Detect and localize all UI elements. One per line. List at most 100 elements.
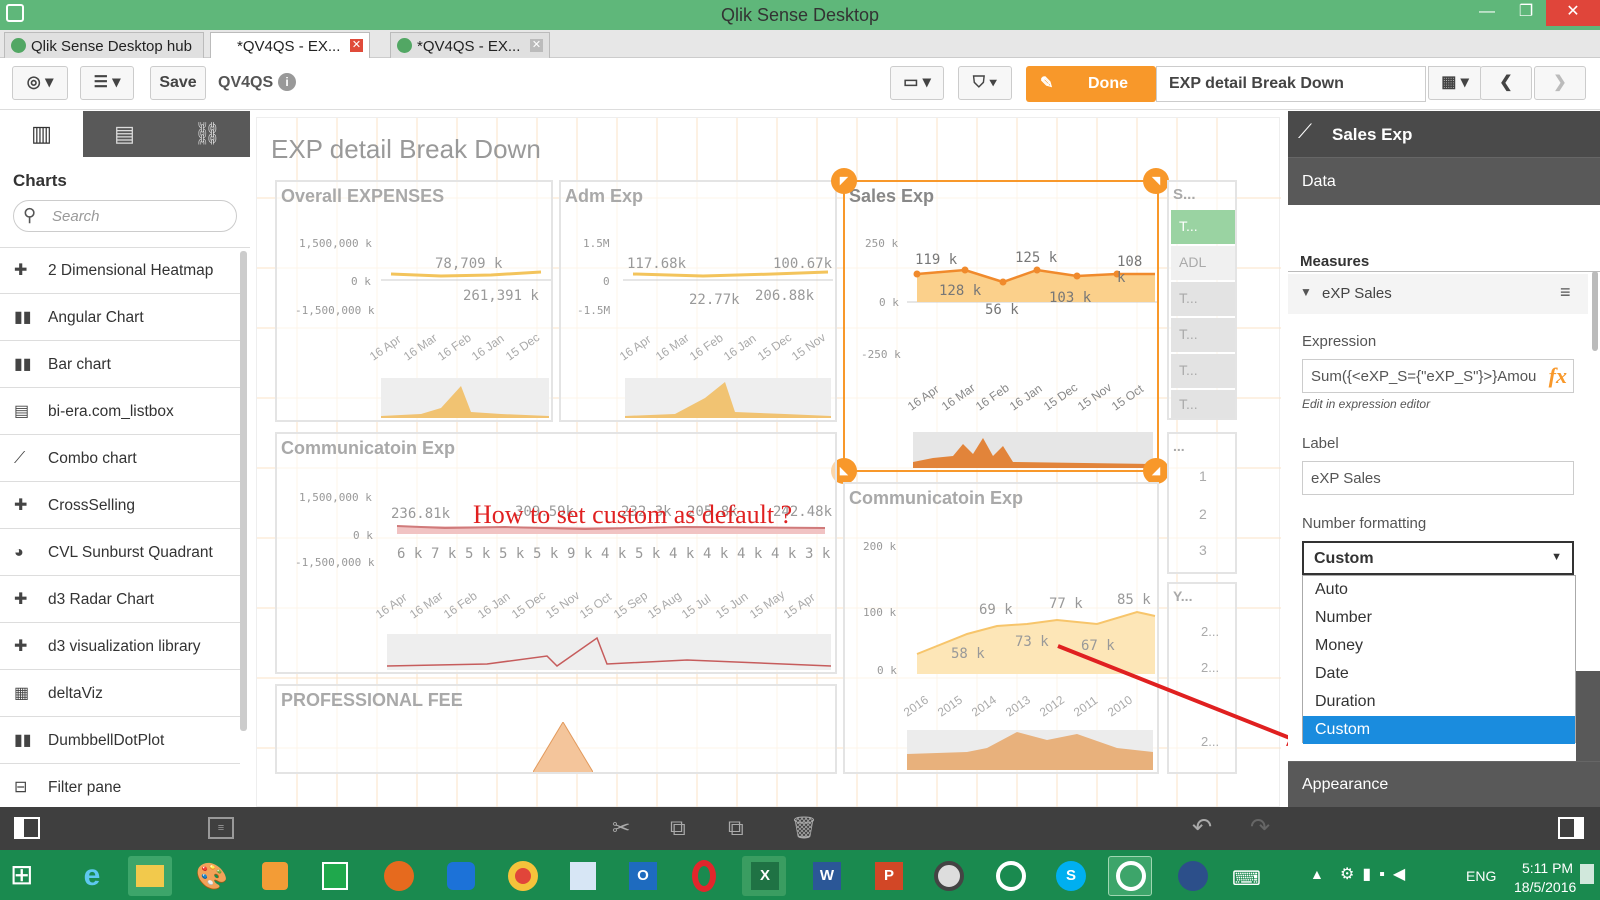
media-player-icon[interactable] <box>252 856 296 896</box>
option-auto[interactable]: Auto <box>1303 576 1575 604</box>
communication-exp-yearly-chart[interactable]: Communicatoin Exp 200 k 100 k 0 k 69 k 7… <box>843 482 1159 774</box>
tab-fields[interactable]: ▤ <box>83 111 166 157</box>
cut-icon[interactable]: ✂ <box>612 815 630 841</box>
minimize-button[interactable]: — <box>1467 0 1507 26</box>
label-field[interactable]: eXP Sales <box>1302 461 1574 495</box>
list-item[interactable]: ✚ CrossSelling <box>0 483 240 529</box>
list-item[interactable]: T... <box>1171 354 1235 388</box>
network-globe-icon[interactable] <box>1170 856 1214 896</box>
powerpoint-icon[interactable]: P <box>866 856 910 896</box>
option-number[interactable]: Number <box>1303 604 1575 632</box>
communication-exp-chart[interactable]: Communicatoin Exp 1,500,000 k 0 k -1,500… <box>275 432 837 674</box>
overall-expenses-chart[interactable]: Overall EXPENSES 1,500,000 k 0 k -1,500,… <box>275 180 553 422</box>
present-button[interactable]: ▭ ▾ <box>890 66 944 100</box>
list-item[interactable]: ✚ 2 Dimensional Heatmap <box>0 248 240 294</box>
resize-handle[interactable]: ◤ <box>831 168 857 194</box>
measure-header[interactable]: ▼ eXP Sales ≡ <box>1288 274 1588 314</box>
resize-handle[interactable]: ◢ <box>1143 458 1169 484</box>
sales-exp-chart[interactable]: Sales Exp 250 k 0 k -250 k 119 k 128 k 5… <box>843 180 1159 472</box>
list-item[interactable]: ▮▮ Bar chart <box>0 342 240 388</box>
option-money[interactable]: Money <box>1303 632 1575 660</box>
adm-exp-chart[interactable]: Adm Exp 1.5M 0 -1.5M 117.68k 100.67k 22.… <box>559 180 837 422</box>
option-custom[interactable]: Custom <box>1303 716 1575 744</box>
option-date[interactable]: Date <box>1303 660 1575 688</box>
keyboard-icon[interactable]: ⌨ <box>1232 866 1261 891</box>
scrollbar[interactable] <box>240 251 247 731</box>
list-item[interactable]: ▦ deltaViz <box>0 671 240 717</box>
list-item[interactable]: ▮▮ Angular Chart <box>0 295 240 341</box>
ie-icon[interactable]: e <box>70 856 114 896</box>
paste-icon[interactable]: ⧉ <box>728 815 744 841</box>
tray-chevron-icon[interactable]: ▲ <box>1310 866 1324 882</box>
filter-listbox[interactable]: S... T... ADL T... T... T... T... <box>1167 180 1237 420</box>
drag-handle-icon[interactable]: ≡ <box>1560 282 1571 303</box>
appearance-section-header[interactable]: Appearance <box>1288 761 1600 807</box>
expression-field[interactable]: Sum({<eXP_S={"eXP_S"}>}Amou fx <box>1302 359 1574 393</box>
list-item[interactable]: ✚ d3 visualization library <box>0 624 240 670</box>
outlook-icon[interactable]: O <box>620 856 664 896</box>
data-section-header[interactable]: Data <box>1288 157 1600 205</box>
undo-icon[interactable]: ↶ <box>1192 813 1212 842</box>
y-table-chart[interactable]: Y... 2... 2... 2... <box>1167 582 1237 774</box>
prev-sheet-button[interactable]: ❮ <box>1480 66 1532 100</box>
excel-icon[interactable]: X <box>742 856 786 896</box>
save-button[interactable]: Save <box>150 66 206 100</box>
table-chart[interactable]: ... 1 2 3 <box>1167 432 1237 574</box>
info-icon[interactable]: i <box>278 73 296 91</box>
list-item[interactable]: ▤ bi-era.com_listbox <box>0 389 240 435</box>
list-item[interactable]: T... <box>1171 390 1235 418</box>
clock-time[interactable]: 5:11 PM <box>1522 860 1573 876</box>
fx-icon[interactable]: fx <box>1544 363 1567 389</box>
list-item[interactable]: ✚ d3 Radar Chart <box>0 577 240 623</box>
professional-fee-chart[interactable]: PROFESSIONAL FEE <box>275 684 837 774</box>
word-icon[interactable]: W <box>804 856 848 896</box>
tray-icons[interactable]: ⚙▮▪◀ <box>1340 864 1413 884</box>
sheet-title-field[interactable]: EXP detail Break Down <box>1156 66 1426 102</box>
tab-qv4qs-2[interactable]: *QV4QS - EX... ✕ <box>390 32 550 58</box>
expression-editor-icon[interactable]: ≡ <box>208 817 234 839</box>
bookmark-button[interactable]: ⛉ ▾ <box>958 66 1012 100</box>
search-input[interactable]: ⚲ Search <box>13 200 237 232</box>
toggle-left-panel-button[interactable] <box>14 817 40 839</box>
scrollbar[interactable] <box>1592 271 1598 351</box>
tab-qv4qs-1[interactable]: *QV4QS - EX... ✕ <box>210 32 370 58</box>
copy-icon[interactable]: ⧉ <box>670 815 686 841</box>
delete-icon[interactable]: 🗑 <box>790 815 818 841</box>
close-tab-icon[interactable]: ✕ <box>350 39 363 52</box>
qlik-sense-desktop-icon[interactable] <box>1108 856 1152 896</box>
menu-button[interactable]: ☰ ▾ <box>80 66 134 100</box>
close-tab-icon[interactable]: ✕ <box>530 39 543 52</box>
list-item[interactable]: T... <box>1171 282 1235 316</box>
start-button[interactable]: ⊞ <box>10 860 33 890</box>
option-duration[interactable]: Duration <box>1303 688 1575 716</box>
redo-icon[interactable]: ↷ <box>1250 813 1270 842</box>
list-item[interactable]: ADL <box>1171 246 1235 280</box>
list-item[interactable]: ▮▮ DumbbellDotPlot <box>0 718 240 764</box>
navigation-button[interactable]: ◎ ▾ <box>12 66 68 100</box>
list-item[interactable]: T... <box>1171 318 1235 352</box>
list-item[interactable]: ◕ CVL Sunburst Quadrant <box>0 530 240 576</box>
clock-date[interactable]: 18/5/2016 <box>1514 879 1576 895</box>
expression-editor-hint[interactable]: Edit in expression editor <box>1302 397 1430 411</box>
store-icon[interactable] <box>312 856 356 896</box>
skype-icon[interactable]: S <box>1048 856 1092 896</box>
qlik-sense-icon[interactable] <box>988 856 1032 896</box>
sheet-list-button[interactable]: ▦ ▾ <box>1428 66 1482 100</box>
tab-charts[interactable]: ▥ <box>0 111 83 157</box>
tab-master-items[interactable]: ⛓ <box>166 111 249 157</box>
toggle-right-panel-button[interactable] <box>1558 817 1584 839</box>
next-sheet-button[interactable]: ❯ <box>1534 66 1586 100</box>
notifications-icon[interactable] <box>1580 864 1594 884</box>
chrome-icon[interactable] <box>500 856 544 896</box>
teamviewer-icon[interactable] <box>438 856 482 896</box>
list-item[interactable]: T... <box>1171 210 1235 244</box>
resize-handle[interactable]: ◥ <box>1143 168 1169 194</box>
qlikview-icon[interactable] <box>926 856 970 896</box>
firefox-icon[interactable] <box>376 856 420 896</box>
language-indicator[interactable]: ENG <box>1466 868 1496 884</box>
list-item[interactable]: ⊟ Filter pane <box>0 765 240 807</box>
maximize-button[interactable]: ❐ <box>1506 0 1546 26</box>
opera-icon[interactable] <box>682 856 726 896</box>
close-button[interactable]: ✕ <box>1546 0 1600 26</box>
done-button[interactable]: ✎ Done <box>1026 66 1156 102</box>
